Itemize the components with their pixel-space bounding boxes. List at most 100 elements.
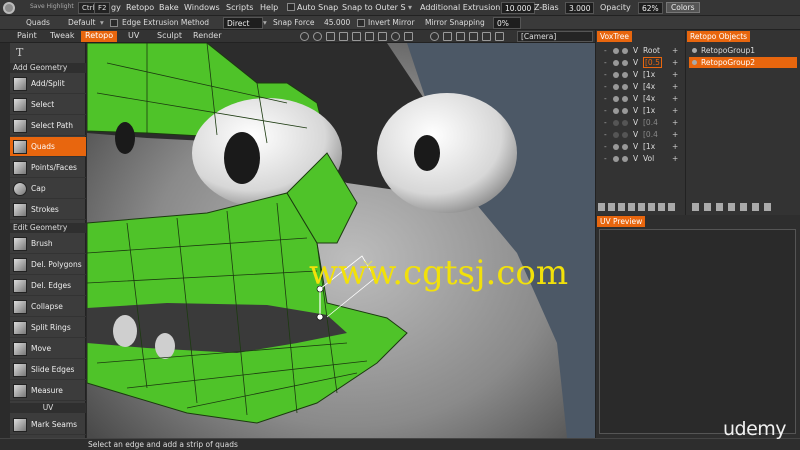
- add-icon[interactable]: [692, 203, 699, 211]
- layer-icon[interactable]: [740, 203, 747, 211]
- grid-icon[interactable]: [378, 32, 387, 41]
- rotate-icon[interactable]: [300, 32, 309, 41]
- section-uv[interactable]: UV: [10, 403, 86, 413]
- settings-icon[interactable]: [752, 203, 759, 211]
- edge-extrusion-select[interactable]: Direct: [223, 17, 263, 29]
- text-tool-icon[interactable]: T: [16, 46, 23, 59]
- folder-icon[interactable]: [638, 203, 645, 211]
- section-edit-geometry[interactable]: Edit Geometry: [10, 223, 86, 233]
- fit-icon[interactable]: [352, 32, 361, 41]
- tool-slide-edges[interactable]: Slide Edges: [10, 360, 86, 380]
- voxtree-row[interactable]: - V [4x +: [598, 93, 684, 105]
- tool-measure[interactable]: Measure: [10, 381, 86, 401]
- tool-select-path[interactable]: Select Path: [10, 116, 86, 136]
- uv-preview-title[interactable]: UV Preview: [597, 216, 646, 227]
- tool-move[interactable]: Move: [10, 339, 86, 359]
- voxtree-row[interactable]: - V [1x +: [598, 141, 684, 153]
- section-add-geometry[interactable]: Add Geometry: [10, 63, 86, 73]
- more-icon[interactable]: [764, 203, 771, 211]
- more-icon[interactable]: [668, 203, 675, 211]
- delete-icon[interactable]: [608, 203, 615, 211]
- brand-logo: udemy: [723, 418, 787, 440]
- voxtree-title[interactable]: VoxTree: [597, 31, 632, 42]
- menu-retopo[interactable]: Retopo: [126, 3, 154, 12]
- snap-force-value[interactable]: 45.000: [324, 18, 350, 27]
- tab-retopo[interactable]: Retopo: [81, 31, 118, 42]
- frame-icon[interactable]: [404, 32, 413, 41]
- menu-bake[interactable]: Bake: [159, 3, 179, 12]
- 3d-viewport[interactable]: www.cgtsj.com: [87, 43, 595, 438]
- menu-scripts[interactable]: Scripts: [226, 3, 253, 12]
- merge-icon[interactable]: [728, 203, 735, 211]
- zoom-icon[interactable]: [313, 32, 322, 41]
- invert-mirror-checkbox[interactable]: [357, 19, 365, 27]
- menu-windows[interactable]: Windows: [184, 3, 220, 12]
- tab-paint[interactable]: Paint: [13, 31, 41, 42]
- tool-split-rings[interactable]: Split Rings: [10, 318, 86, 338]
- tool-cap[interactable]: Cap: [10, 179, 86, 199]
- move-icon[interactable]: [326, 32, 335, 41]
- sphere-icon[interactable]: [391, 32, 400, 41]
- tool-quads[interactable]: Quads: [10, 137, 86, 157]
- tool-points-faces[interactable]: Points/Faces: [10, 158, 86, 178]
- voxtree-row[interactable]: - V [0.5 +: [598, 57, 684, 69]
- add-icon[interactable]: [598, 203, 605, 211]
- tab-uv[interactable]: UV: [124, 31, 143, 42]
- voxtree-row[interactable]: - V [1x +: [598, 105, 684, 117]
- menu-help[interactable]: Help: [260, 3, 278, 12]
- delete-icon[interactable]: [704, 203, 711, 211]
- tool-strokes[interactable]: Strokes: [10, 200, 86, 220]
- move-tool-icon: [13, 342, 27, 356]
- copy-icon[interactable]: [618, 203, 625, 211]
- camera-select[interactable]: [Camera]: [517, 31, 593, 42]
- del-polygons-icon: [13, 258, 27, 272]
- tool-brush[interactable]: Brush: [10, 234, 86, 254]
- dropdown-arrow-icon[interactable]: ▾: [263, 18, 267, 27]
- retopo-group-1[interactable]: RetopoGroup1: [689, 45, 797, 56]
- no-icon[interactable]: [430, 32, 439, 41]
- cube-icon[interactable]: [469, 32, 478, 41]
- merge-icon[interactable]: [628, 203, 635, 211]
- mode-label[interactable]: Quads: [26, 18, 50, 27]
- tool-add-split[interactable]: Add/Split: [10, 74, 86, 94]
- tab-sculpt[interactable]: Sculpt: [153, 31, 186, 42]
- voxtree-panel: VoxTree - V Root + - V [0.5 + - V [1x + - V [4x + -V…: [595, 30, 685, 215]
- opacity-field[interactable]: 62%: [638, 2, 663, 14]
- voxtree-row[interactable]: - V [1x +: [598, 69, 684, 81]
- auto-snap-checkbox[interactable]: [287, 3, 295, 11]
- colors-button[interactable]: Colors: [666, 2, 700, 13]
- mirror-snapping-field[interactable]: 0%: [493, 17, 521, 29]
- menu-partial[interactable]: gy: [111, 3, 121, 12]
- additional-extrusion-field[interactable]: 10.000: [501, 2, 536, 14]
- tool-del-edges[interactable]: Del. Edges: [10, 276, 86, 296]
- snap-outer-dropdown[interactable]: Snap to Outer S: [342, 3, 406, 12]
- copy-icon[interactable]: [716, 203, 723, 211]
- tool-collapse[interactable]: Collapse: [10, 297, 86, 317]
- voxtree-row[interactable]: - V [0.4 +: [598, 117, 684, 129]
- grid-view-icon[interactable]: [482, 32, 491, 41]
- voxtree-row[interactable]: - V Vol +: [598, 153, 684, 165]
- fill-icon[interactable]: [456, 32, 465, 41]
- retopo-group-2[interactable]: RetopoGroup2: [689, 57, 797, 68]
- cross-icon[interactable]: [365, 32, 374, 41]
- lines-icon[interactable]: [443, 32, 452, 41]
- square-icon[interactable]: [495, 32, 504, 41]
- tool-del-polygons[interactable]: Del. Polygons: [10, 255, 86, 275]
- dropdown-arrow-icon[interactable]: ▾: [100, 18, 104, 27]
- tab-tweak[interactable]: Tweak: [46, 31, 79, 42]
- tool-select[interactable]: Select: [10, 95, 86, 115]
- voxtree-row[interactable]: - V Root +: [598, 45, 684, 57]
- settings-icon[interactable]: [658, 203, 665, 211]
- retopo-objects-title[interactable]: Retopo Objects: [687, 31, 751, 42]
- tool-mark-seams[interactable]: Mark Seams: [10, 415, 86, 435]
- layer-icon[interactable]: [648, 203, 655, 211]
- default-field[interactable]: Default: [68, 18, 95, 27]
- tab-render[interactable]: Render: [189, 31, 225, 42]
- voxtree-row[interactable]: - V [4x +: [598, 81, 684, 93]
- zbias-field[interactable]: 3.000: [565, 2, 595, 14]
- edge-extrusion-checkbox[interactable]: [110, 19, 118, 27]
- pan-icon[interactable]: [339, 32, 348, 41]
- dropdown-arrow-icon[interactable]: ▾: [408, 3, 412, 12]
- voxtree-row[interactable]: - V [0.4 +: [598, 129, 684, 141]
- uv-preview-canvas[interactable]: [599, 229, 796, 434]
